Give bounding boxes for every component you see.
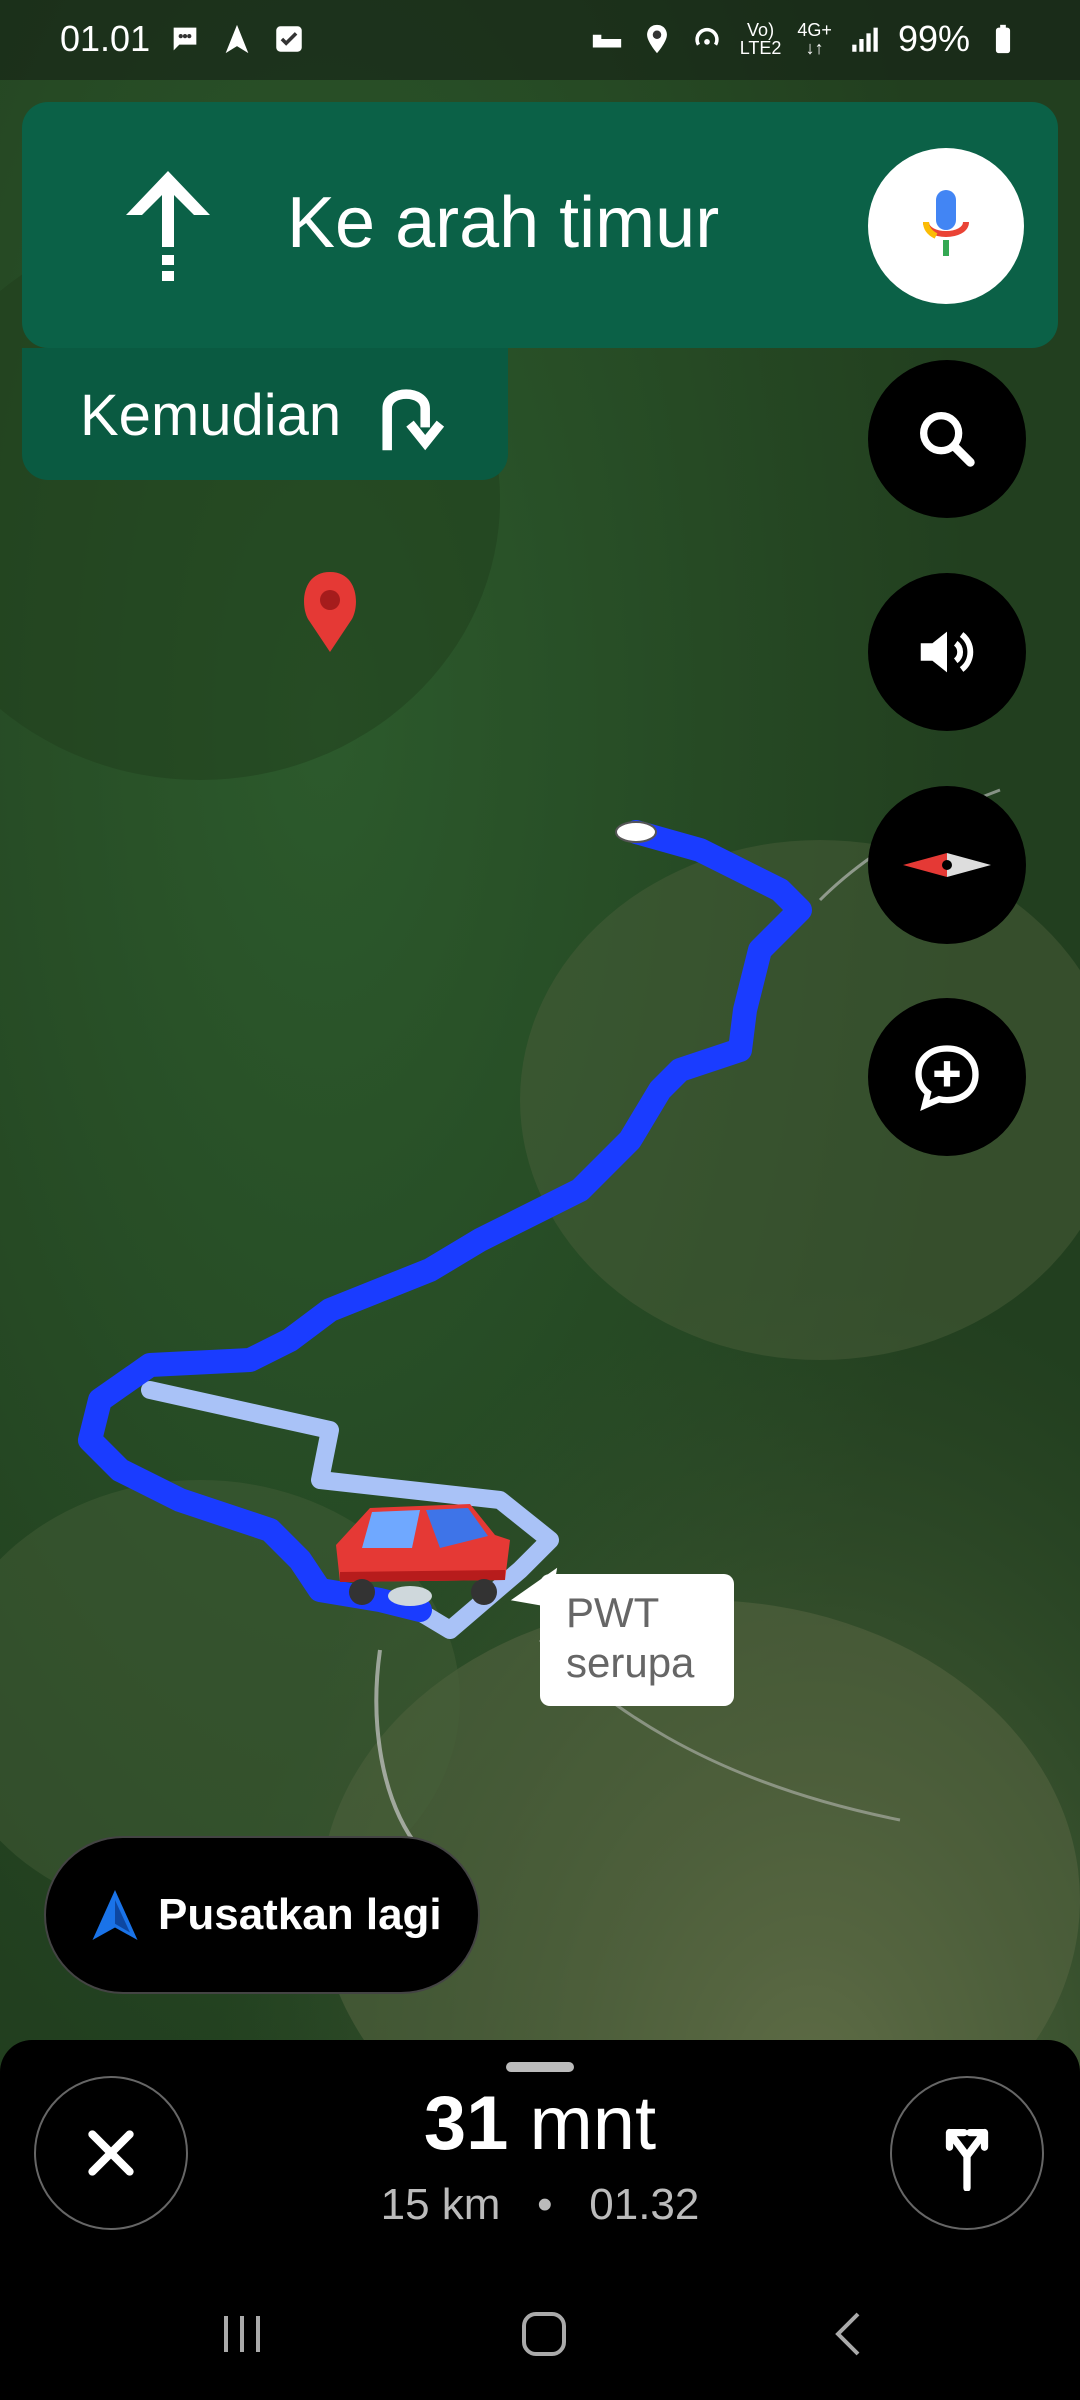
drag-handle[interactable] — [506, 2062, 574, 2072]
task-notification-icon — [276, 26, 302, 52]
separator-dot: • — [537, 2180, 553, 2229]
battery-percent: 99% — [897, 18, 970, 59]
add-report-icon — [915, 1045, 979, 1112]
system-navigation-bar — [224, 2312, 860, 2356]
compass-icon — [903, 853, 991, 877]
navigation-notification-icon — [225, 24, 249, 54]
hotspot-icon — [695, 27, 719, 46]
network-type: 4G+ ↓↑ — [797, 20, 832, 58]
route-end-marker — [615, 821, 657, 843]
trip-distance: 15 km — [380, 2180, 501, 2229]
navigation-arrow-icon — [92, 1890, 138, 1940]
alternate-route-callout[interactable]: PWT serupa — [540, 1574, 734, 1706]
arrow-up-icon — [126, 171, 210, 281]
recenter-button[interactable]: Pusatkan lagi — [44, 1836, 480, 1994]
route-options-button[interactable] — [890, 2076, 1044, 2230]
next-maneuver-bar: Kemudian — [22, 348, 508, 480]
clock: 01.01 — [60, 18, 151, 59]
search-icon — [920, 412, 975, 467]
signal-icon — [852, 27, 878, 52]
location-icon — [646, 24, 667, 54]
then-label: Kemudian — [80, 383, 342, 448]
instruction-text: Ke arah timur — [287, 183, 720, 263]
sleep-mode-icon — [592, 34, 621, 48]
compass-button[interactable] — [868, 786, 1026, 944]
search-button[interactable] — [868, 360, 1026, 518]
volume-icon — [920, 631, 974, 673]
recenter-label: Pusatkan lagi — [158, 1890, 442, 1939]
arrival-time: 01.32 — [589, 2180, 700, 2229]
route-options-icon — [945, 2128, 989, 2191]
battery-icon — [995, 24, 1011, 54]
status-bar: 01.01 Vo) LTE2 4G+ ↓↑ 99% — [0, 0, 1080, 80]
mic-icon — [923, 190, 969, 256]
sound-button[interactable] — [868, 573, 1026, 731]
exit-navigation-button[interactable] — [34, 2076, 188, 2230]
back-button[interactable] — [835, 2312, 860, 2356]
callout-line-2: serupa — [566, 1639, 695, 1686]
home-button[interactable] — [522, 2312, 566, 2356]
voice-search-button[interactable] — [868, 148, 1024, 304]
callout-line-1: PWT — [566, 1589, 660, 1636]
volte-indicator: Vo) LTE2 — [739, 20, 782, 58]
add-report-button[interactable] — [868, 998, 1026, 1156]
u-turn-right-icon — [382, 389, 445, 451]
chat-notification-icon — [173, 27, 197, 51]
close-icon — [88, 2130, 134, 2176]
recent-apps-button[interactable] — [224, 2316, 260, 2352]
